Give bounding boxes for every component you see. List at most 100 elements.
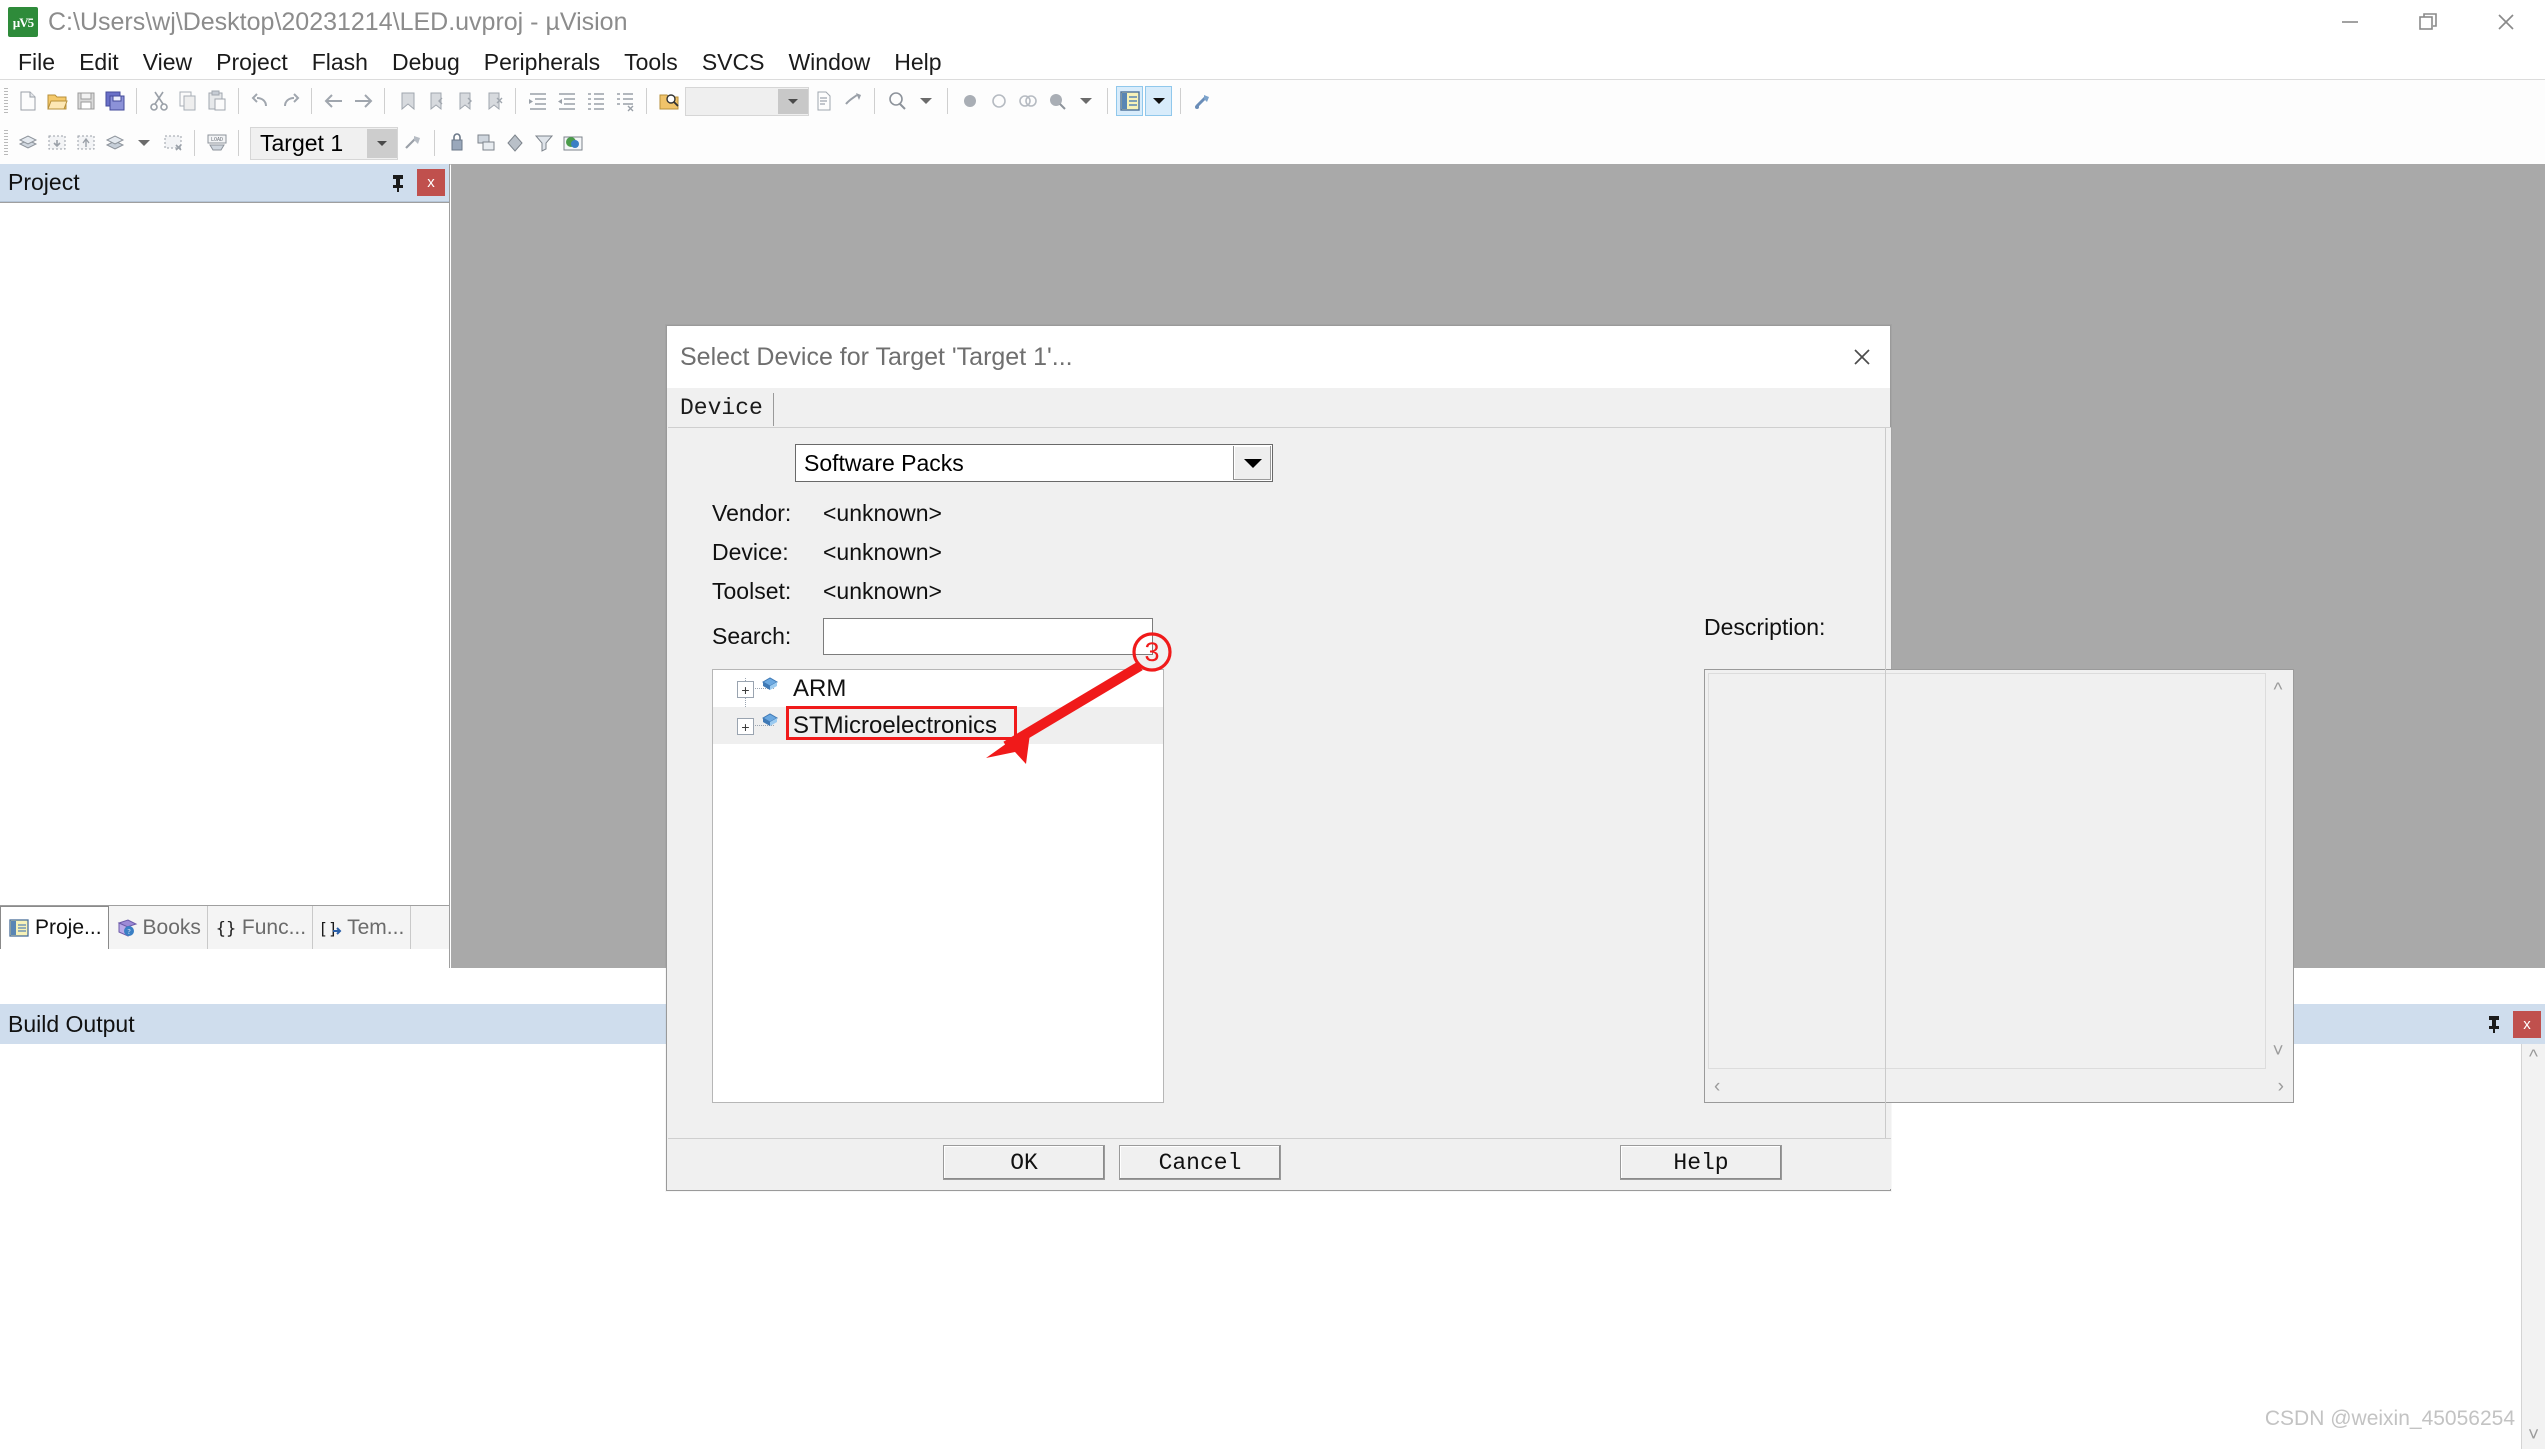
- tab-device[interactable]: Device: [680, 393, 774, 426]
- breakpoint-all-icon[interactable]: [1014, 86, 1041, 116]
- menu-item-edit[interactable]: Edit: [67, 47, 131, 77]
- tab-project[interactable]: Proje...: [0, 906, 109, 949]
- chevron-down-icon[interactable]: [1233, 446, 1271, 480]
- redo-icon[interactable]: [276, 86, 303, 116]
- breakpoint-kill-icon[interactable]: [1043, 86, 1070, 116]
- project-tree-area[interactable]: [0, 202, 449, 905]
- toolbar-grip[interactable]: [4, 130, 8, 156]
- description-text-area[interactable]: [1708, 673, 2266, 1069]
- project-panel-title: Project: [8, 169, 80, 195]
- copy-icon[interactable]: [174, 86, 201, 116]
- close-icon[interactable]: x: [417, 169, 445, 196]
- cancel-button[interactable]: Cancel: [1119, 1145, 1281, 1180]
- project-window-dropdown-icon[interactable]: [1145, 86, 1172, 116]
- menu-item-peripherals[interactable]: Peripherals: [472, 47, 612, 77]
- navigate-back-icon[interactable]: [320, 86, 347, 116]
- batch-build-icon[interactable]: [101, 128, 128, 158]
- pack-installer-icon[interactable]: [472, 128, 499, 158]
- expand-arm-icon[interactable]: +: [737, 681, 754, 698]
- menu-item-project[interactable]: Project: [204, 47, 300, 77]
- manage-project-items-icon[interactable]: [530, 128, 557, 158]
- tab-functions-label: Func...: [241, 915, 307, 939]
- chevron-right-icon[interactable]: ›: [2278, 1077, 2284, 1096]
- chevron-down-icon[interactable]: ˅: [2528, 1426, 2539, 1445]
- breakpoint-dropdown-icon[interactable]: [1072, 86, 1099, 116]
- pin-icon[interactable]: [2481, 1009, 2507, 1039]
- menu-item-window[interactable]: Window: [776, 47, 882, 77]
- menu-item-flash[interactable]: Flash: [300, 47, 380, 77]
- close-icon[interactable]: x: [2513, 1010, 2541, 1038]
- manage-components-icon[interactable]: [443, 128, 470, 158]
- menu-item-debug[interactable]: Debug: [380, 47, 472, 77]
- software-packs-select[interactable]: Software Packs: [795, 444, 1273, 482]
- bookmark-prev-icon[interactable]: [422, 86, 449, 116]
- bookmark-toggle-icon[interactable]: [393, 86, 420, 116]
- search-input[interactable]: [823, 618, 1153, 655]
- rebuild-icon[interactable]: [72, 128, 99, 158]
- uncomment-icon[interactable]: [611, 86, 638, 116]
- indent-icon[interactable]: [524, 86, 551, 116]
- menu-item-help[interactable]: Help: [882, 47, 953, 77]
- navigate-forward-icon[interactable]: [349, 86, 376, 116]
- ok-button[interactable]: OK: [943, 1145, 1105, 1180]
- find-dropdown-icon[interactable]: [912, 86, 939, 116]
- svcs-icon[interactable]: [559, 128, 586, 158]
- target-select[interactable]: Target 1: [250, 126, 398, 160]
- batch-build-dropdown-icon[interactable]: [130, 128, 157, 158]
- breakpoint-icon[interactable]: [956, 86, 983, 116]
- help-button[interactable]: Help: [1620, 1145, 1782, 1180]
- undo-icon[interactable]: [247, 86, 274, 116]
- device-vendor-tree[interactable]: + ARM + STMicroelectronics: [712, 669, 1164, 1103]
- description-vertical-scrollbar[interactable]: ^ ˅: [2266, 673, 2290, 1069]
- manage-runtime-icon[interactable]: [501, 128, 528, 158]
- close-icon[interactable]: [2467, 0, 2545, 44]
- configure-icon[interactable]: [839, 86, 866, 116]
- comment-icon[interactable]: [582, 86, 609, 116]
- download-icon[interactable]: LOAD: [203, 128, 230, 158]
- configure-target-icon[interactable]: [1189, 86, 1216, 116]
- new-file-icon[interactable]: [14, 86, 41, 116]
- bookmark-clear-icon[interactable]: [480, 86, 507, 116]
- close-icon[interactable]: [1844, 339, 1880, 375]
- paste-icon[interactable]: [203, 86, 230, 116]
- toolbar-text-combo[interactable]: [685, 86, 809, 116]
- menu-item-view[interactable]: View: [131, 47, 204, 77]
- build-output-scrollbar[interactable]: ^ ˅: [2521, 1044, 2545, 1449]
- chevron-up-icon[interactable]: ^: [2529, 1048, 2538, 1067]
- minimize-icon[interactable]: [2311, 0, 2389, 44]
- description-horizontal-scrollbar[interactable]: ‹ ›: [1708, 1073, 2290, 1099]
- tab-books[interactable]: ? Books: [108, 906, 208, 949]
- project-window-icon[interactable]: [1116, 86, 1143, 116]
- save-all-icon[interactable]: [101, 86, 128, 116]
- menu-item-svcs[interactable]: SVCS: [690, 47, 777, 77]
- open-file-icon[interactable]: [43, 86, 70, 116]
- menu-item-file[interactable]: File: [6, 47, 67, 77]
- menu-item-tools[interactable]: Tools: [612, 47, 690, 77]
- tab-templates[interactable]: [] Tem...: [313, 906, 412, 949]
- bookmark-next-icon[interactable]: [451, 86, 478, 116]
- stop-build-icon[interactable]: [159, 128, 186, 158]
- save-icon[interactable]: [72, 86, 99, 116]
- find-icon[interactable]: [883, 86, 910, 116]
- chevron-down-icon[interactable]: ˅: [2272, 1042, 2283, 1061]
- chevron-up-icon[interactable]: ^: [2274, 681, 2283, 700]
- translate-icon[interactable]: [14, 128, 41, 158]
- pin-icon[interactable]: [385, 168, 411, 198]
- tree-row-arm[interactable]: + ARM: [713, 670, 1163, 707]
- chevron-down-icon[interactable]: [367, 128, 397, 158]
- tab-functions[interactable]: {} Func...: [207, 906, 314, 949]
- insert-file-icon[interactable]: [810, 86, 837, 116]
- chevron-left-icon[interactable]: ‹: [1714, 1077, 1720, 1096]
- toolbar-separator: [194, 130, 195, 156]
- search-label: Search:: [712, 623, 792, 649]
- restore-icon[interactable]: [2389, 0, 2467, 44]
- target-options-icon[interactable]: [399, 128, 426, 158]
- toolbar-grip[interactable]: [4, 88, 8, 114]
- expand-stmicroelectronics-icon[interactable]: +: [737, 718, 754, 735]
- build-icon[interactable]: [43, 128, 70, 158]
- cut-icon[interactable]: [145, 86, 172, 116]
- chevron-down-icon[interactable]: [778, 88, 808, 114]
- breakpoint-disable-icon[interactable]: [985, 86, 1012, 116]
- outdent-icon[interactable]: [553, 86, 580, 116]
- find-in-files-icon[interactable]: [655, 86, 682, 116]
